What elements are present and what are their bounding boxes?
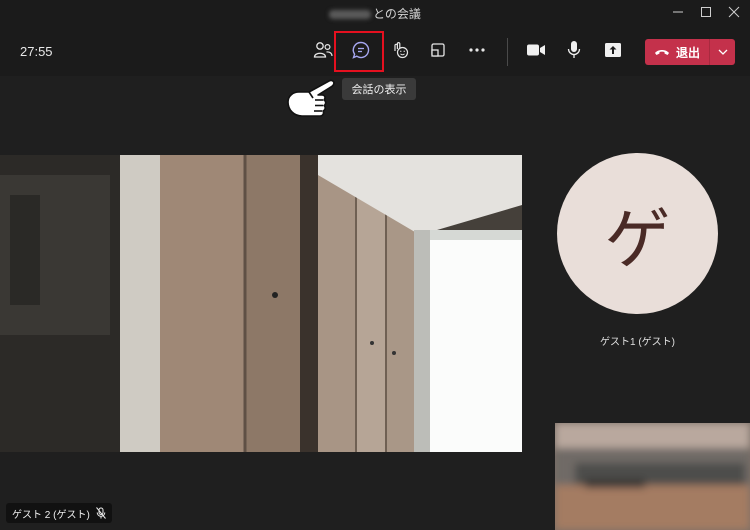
people-icon [313,42,333,58]
chevron-down-icon [718,49,727,55]
microphone-button[interactable] [560,36,588,64]
guest2-name: ゲスト 2 (ゲスト) [12,509,90,521]
pointing-hand-icon [287,79,335,117]
share-screen-button[interactable] [599,36,627,64]
window-title-text: との会議 [373,7,421,21]
main-video-feed [0,155,522,452]
more-actions-button[interactable] [463,36,491,64]
guest1-avatar: ゲ [557,153,718,314]
leave-label: 退出 [675,45,700,60]
window-title: との会議 [0,5,750,22]
leave-button[interactable]: 退出 [645,39,709,65]
minimize-icon [673,11,683,13]
share-icon [605,43,621,57]
close-icon [728,6,740,18]
guest1-name: ゲスト1 (ゲスト) [600,337,675,348]
self-view-image [555,423,750,530]
chat-tooltip: 会話の表示 [342,78,416,100]
close-button[interactable] [726,4,742,20]
maximize-button[interactable] [698,4,714,20]
call-timer: 27:55 [20,44,53,59]
maximize-icon [701,7,711,17]
toolbar-divider [507,38,508,66]
leave-options-button[interactable] [710,39,735,65]
phone-icon [654,50,669,55]
reactions-icon [394,42,409,59]
camera-button[interactable] [522,36,550,64]
more-icon [469,48,485,52]
room-video-image [0,155,522,452]
self-view-video [555,423,750,530]
redacted-name [329,10,372,20]
minimize-button[interactable] [670,4,686,20]
title-bar: との会議 [0,0,750,24]
guest2-name-label: ゲスト 2 (ゲスト) [6,503,112,523]
share-tray-button[interactable] [424,36,452,64]
chat-button-highlight [334,31,384,72]
share-tray-icon [431,43,445,57]
microphone-icon [567,41,581,58]
leave-button-group: 退出 [645,39,735,65]
participants-button[interactable] [309,36,337,64]
camera-icon [527,44,545,56]
mic-off-icon [95,507,106,519]
guest1-initial: ゲ [604,200,671,278]
reactions-button[interactable] [386,36,414,64]
